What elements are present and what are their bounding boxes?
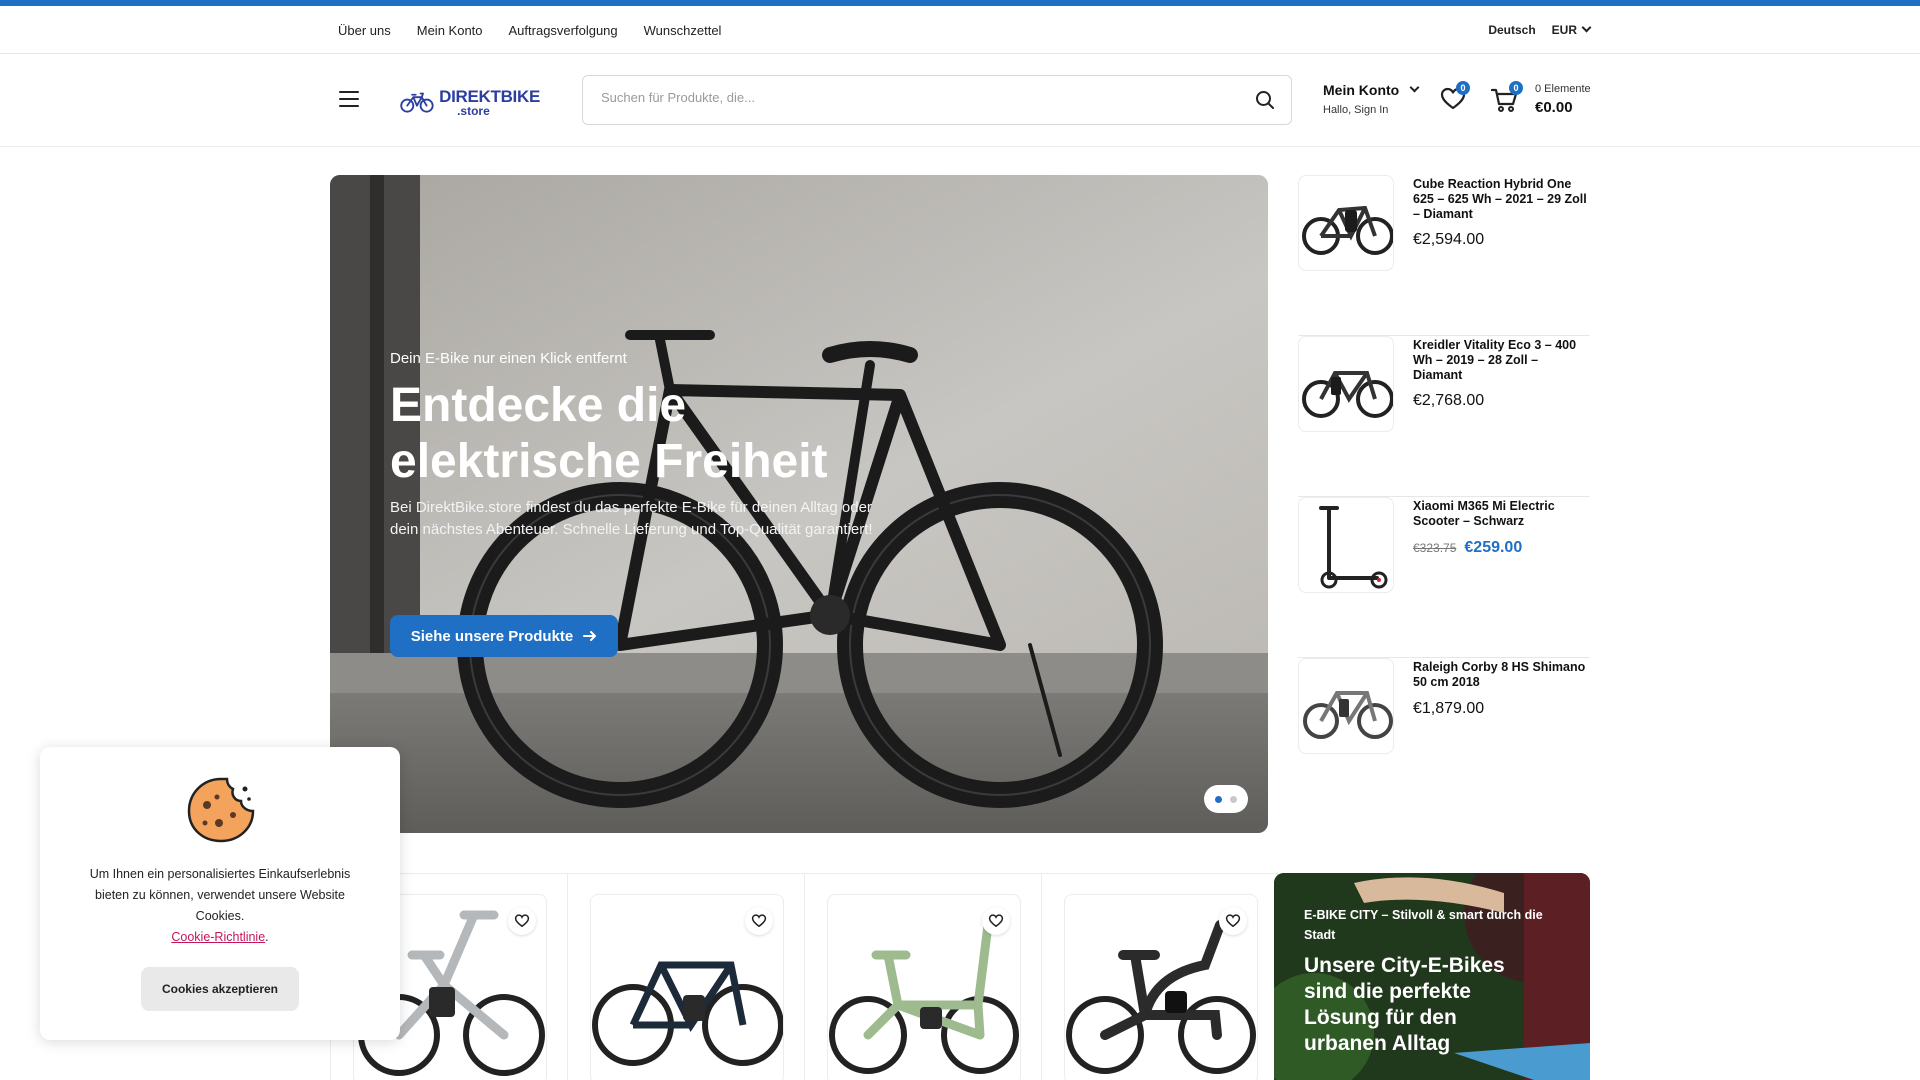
cookie-icon: [187, 777, 255, 843]
logo-text: DIREKTBIKE: [439, 86, 540, 106]
cookie-text: Um Ihnen ein personalisiertes Einkaufser…: [89, 867, 351, 923]
site-logo[interactable]: DIREKTBIKE .store: [400, 81, 540, 123]
product-price: €1,879.00: [1413, 700, 1485, 717]
account-title: Mein Konto: [1323, 82, 1400, 98]
product-image[interactable]: [827, 894, 1021, 1080]
cookie-consent-popup: Um Ihnen ein personalisiertes Einkaufser…: [40, 747, 400, 1040]
hero-slider[interactable]: Dein E-Bike nur einen Klick entfernt Ent…: [330, 175, 1268, 833]
account-menu[interactable]: Mein Konto Hallo, Sign In: [1323, 82, 1433, 116]
shop-products-label: Siehe unsere Produkte: [410, 627, 574, 645]
cart-summary[interactable]: 0 Elemente €0.00: [1535, 83, 1591, 116]
currency-label: EUR: [1551, 23, 1577, 37]
link-wishlist[interactable]: Wunschzettel: [644, 23, 722, 38]
product-image[interactable]: [590, 894, 784, 1080]
main-header: DIREKTBIKE .store Mein Konto Hallo, Sign…: [0, 55, 1920, 147]
account-subtitle: Hallo, Sign In: [1323, 104, 1389, 116]
arrow-right-icon: [583, 631, 597, 641]
shop-products-button[interactable]: Siehe unsere Produkte: [390, 615, 618, 657]
cart-count-badge: 0: [1509, 81, 1523, 95]
wishlist-toggle[interactable]: [508, 907, 536, 935]
product-card[interactable]: [804, 873, 1041, 1080]
product-name[interactable]: Xiaomi M365 Mi Electric Scooter – Schwar…: [1413, 499, 1588, 529]
ebike-image: [1302, 371, 1393, 418]
heart-icon: [751, 914, 767, 928]
wishlist-toggle[interactable]: [1219, 907, 1247, 935]
hero-kicker: Dein E-Bike nur einen Klick entfernt: [390, 350, 627, 367]
hero-title: Entdecke die elektrische Freiheit: [390, 379, 828, 488]
product-grid: [330, 873, 1278, 1080]
slider-dots: [1204, 785, 1248, 813]
product-name[interactable]: Raleigh Corby 8 HS Shimano 50 cm 2018: [1413, 660, 1588, 690]
product-price: €2,594.00: [1413, 231, 1485, 248]
product-thumbnail[interactable]: [1298, 336, 1394, 432]
link-about-us[interactable]: Über uns: [338, 23, 391, 38]
chevron-down-icon: [1581, 22, 1592, 33]
product-price: €2,768.00: [1413, 392, 1485, 409]
search-input[interactable]: [601, 90, 1201, 105]
city-ebike-promo-banner[interactable]: E-BIKE CITY – Stilvoll & smart durch die…: [1274, 873, 1590, 1080]
language-selector[interactable]: Deutsch: [1488, 23, 1535, 37]
menu-icon[interactable]: [339, 91, 359, 109]
cookie-message: Um Ihnen ein personalisiertes Einkaufser…: [89, 867, 351, 944]
featured-products-list: Cube Reaction Hybrid One 625 – 625 Wh – …: [1298, 175, 1590, 819]
slider-dot-1[interactable]: [1215, 795, 1222, 803]
cookie-policy-link[interactable]: Cookie-Richtlinie: [171, 930, 265, 944]
wishlist-button[interactable]: 0: [1440, 81, 1470, 113]
list-item[interactable]: Xiaomi M365 Mi Electric Scooter – Schwar…: [1298, 497, 1590, 658]
link-my-account[interactable]: Mein Konto: [417, 23, 483, 38]
scooter-image: [1319, 506, 1388, 589]
heart-icon: [988, 914, 1004, 928]
heart-icon: [1225, 914, 1241, 928]
hero-description: Bei DirektBike.store findest du das perf…: [390, 499, 873, 538]
promo-kicker: E-BIKE CITY – Stilvoll & smart durch die…: [1304, 908, 1543, 942]
list-item[interactable]: Kreidler Vitality Eco 3 – 400 Wh – 2019 …: [1298, 336, 1590, 497]
slider-dot-2[interactable]: [1230, 795, 1237, 803]
search-icon[interactable]: [1255, 90, 1275, 110]
product-name[interactable]: Kreidler Vitality Eco 3 – 400 Wh – 2019 …: [1413, 338, 1588, 383]
product-card[interactable]: [567, 873, 804, 1080]
product-price-group: €323.75 €259.00: [1413, 539, 1522, 557]
currency-selector[interactable]: EUR: [1551, 22, 1592, 37]
list-item[interactable]: Cube Reaction Hybrid One 625 – 625 Wh – …: [1298, 175, 1590, 336]
product-name[interactable]: Cube Reaction Hybrid One 625 – 625 Wh – …: [1413, 177, 1588, 222]
chevron-down-icon: [1409, 82, 1420, 92]
cart-items-count: 0 Elemente: [1535, 83, 1591, 95]
product-thumbnail[interactable]: [1298, 175, 1394, 271]
product-sale-price: €259.00: [1464, 539, 1523, 556]
utility-bar: Über uns Mein Konto Auftragsverfolgung W…: [0, 6, 1920, 54]
list-item[interactable]: Raleigh Corby 8 HS Shimano 50 cm 2018 €1…: [1298, 658, 1590, 819]
ebike-image: [1303, 691, 1393, 739]
search-box: [582, 75, 1292, 125]
product-image[interactable]: [1064, 894, 1258, 1080]
accept-cookies-button[interactable]: Cookies akzeptieren: [141, 967, 299, 1011]
link-order-tracking[interactable]: Auftragsverfolgung: [509, 23, 618, 38]
wishlist-count-badge: 0: [1456, 81, 1470, 95]
wishlist-toggle[interactable]: [745, 907, 773, 935]
cart-total: €0.00: [1535, 99, 1573, 116]
product-thumbnail[interactable]: [1298, 497, 1394, 593]
heart-icon: [514, 914, 530, 928]
promo-title: Unsere City-E-Bikes sind die perfekte Lö…: [1304, 954, 1505, 1055]
bike-logo-icon: [400, 92, 434, 113]
product-old-price: €323.75: [1413, 541, 1457, 555]
product-thumbnail[interactable]: [1298, 658, 1394, 754]
logo-subtext: .store: [457, 103, 490, 118]
cart-button[interactable]: 0: [1490, 81, 1523, 113]
utility-links: Über uns Mein Konto Auftragsverfolgung W…: [338, 23, 721, 38]
wishlist-toggle[interactable]: [982, 907, 1010, 935]
product-card[interactable]: [1041, 873, 1278, 1080]
ebike-image: [1302, 205, 1393, 255]
